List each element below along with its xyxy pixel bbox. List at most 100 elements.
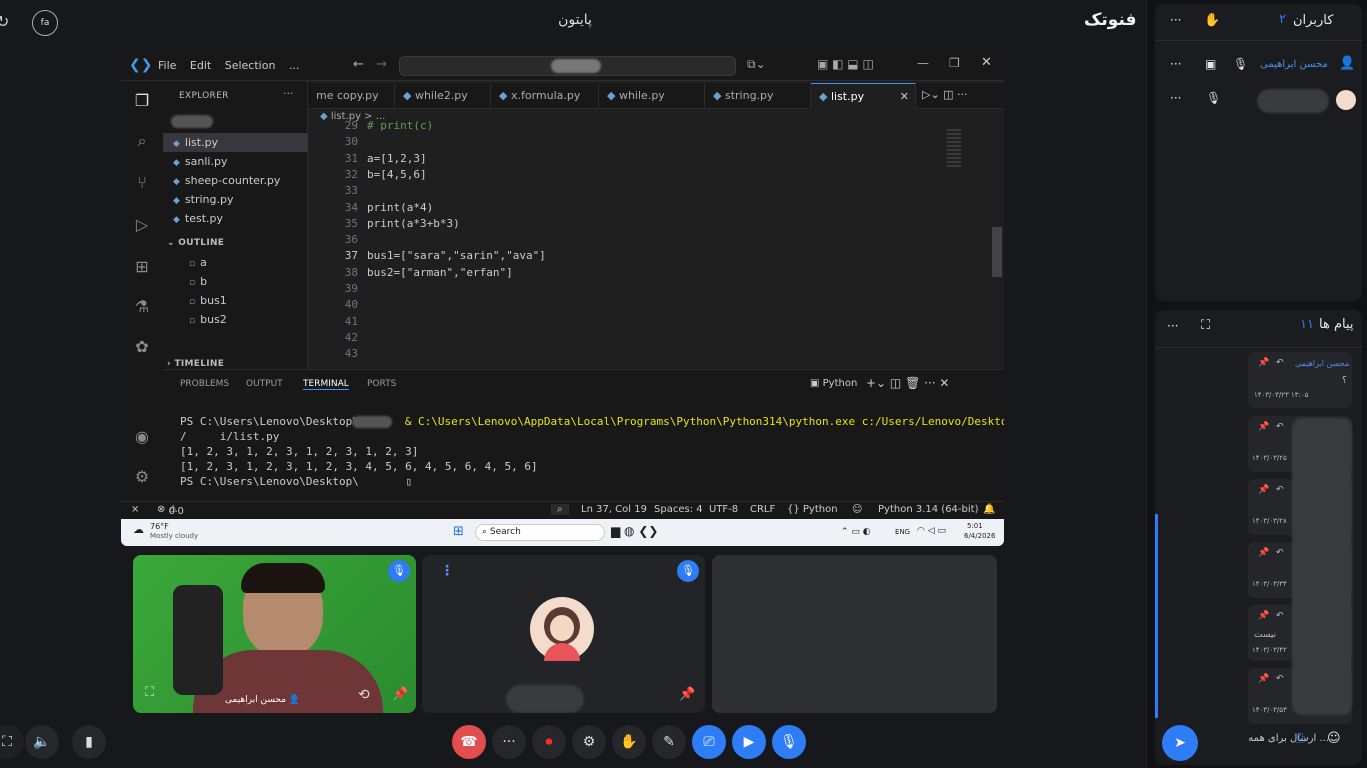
speaker-button[interactable]: 🔈 xyxy=(25,725,59,759)
more-options-button[interactable]: ··· xyxy=(492,725,526,759)
copilot-icon[interactable]: ⧉⌄ xyxy=(747,57,766,72)
user-more-icon[interactable]: ··· xyxy=(1170,91,1181,105)
raise-hand-button[interactable]: ✋ xyxy=(612,725,646,759)
fullscreen-icon[interactable]: ⛶ xyxy=(145,685,154,700)
mic-icon[interactable]: 🎙 xyxy=(1233,57,1248,71)
menu-selection[interactable]: Selection xyxy=(225,59,276,72)
users-more-icon[interactable]: ··· xyxy=(1170,13,1181,27)
run-debug-icon[interactable]: ▷ xyxy=(132,215,152,235)
command-center-search[interactable] xyxy=(399,56,736,76)
code-line[interactable]: b=[4,5,6] xyxy=(367,168,427,181)
outline-title[interactable]: ⌄ OUTLINE xyxy=(167,238,224,248)
tile-menu-icon[interactable]: ⋮ xyxy=(440,563,454,579)
message-item[interactable]: محسن ابراهیمی 📌 ↶ ؟ ۱۴۰۳/۰۳/۲۳ ۱۴:۰۵ xyxy=(1248,352,1352,408)
share-screen-button[interactable]: ⎚ xyxy=(692,725,726,759)
indentation[interactable]: Spaces: 4 xyxy=(654,504,703,515)
python-interpreter[interactable]: Python 3.14 (64-bit) xyxy=(878,504,978,515)
restore-icon[interactable]: ❐ xyxy=(949,56,960,70)
search-icon[interactable]: ⌕ xyxy=(132,131,152,151)
code-line[interactable]: # print(c) xyxy=(367,119,433,132)
outline-item[interactable]: ▫ bus1 xyxy=(163,291,308,310)
settings-gear-icon[interactable]: ⚙ xyxy=(132,467,152,487)
mic-icon[interactable]: 🎙 xyxy=(1206,91,1221,105)
video-tile-user2[interactable]: ⋮ 🎙 📌 xyxy=(422,555,705,713)
eol[interactable]: CRLF xyxy=(750,504,775,515)
timeline-title[interactable]: › TIMELINE xyxy=(167,359,224,369)
outline-item[interactable]: ▫ bus2 xyxy=(163,310,308,329)
tab-string[interactable]: ◆ string.py xyxy=(705,83,811,109)
switch-camera-icon[interactable]: ⟲ xyxy=(358,687,370,703)
taskbar-app-icons[interactable]: ▆ ◍ ❮❯ xyxy=(611,524,658,538)
close-icon[interactable]: ✕ xyxy=(981,55,992,70)
tab-while[interactable]: ◆ while.py xyxy=(599,83,705,109)
terminal-output[interactable]: PS C:\Users\Lenovo\Desktop\ & C:\Users\Le… xyxy=(180,414,1004,489)
network-volume-icons[interactable]: ◠ ◁ ▭ xyxy=(917,526,946,536)
language-button[interactable]: fa xyxy=(32,10,58,36)
settings-button[interactable]: ⚙ xyxy=(572,725,606,759)
record-button[interactable]: ⏺ xyxy=(532,725,566,759)
tab-me-copy[interactable]: me copy.py xyxy=(308,83,395,109)
editor-scrollbar[interactable] xyxy=(992,227,1002,277)
refresh-icon[interactable]: ↻ xyxy=(0,12,9,31)
clock-date[interactable]: 6/4/2026 xyxy=(964,532,995,540)
zoom-icon[interactable]: ⌕ xyxy=(551,504,569,515)
tab-while2[interactable]: ◆ while2.py xyxy=(395,83,491,109)
camera-icon[interactable]: ▣ xyxy=(1205,57,1216,71)
tab-x-formula[interactable]: ◆ x.formula.py xyxy=(491,83,599,109)
problems-count[interactable]: ⊗ 0 ⚠ 0 xyxy=(157,504,184,517)
menu-file[interactable]: File xyxy=(158,59,176,72)
python-icon[interactable]: ✿ xyxy=(132,337,152,357)
extensions-icon[interactable]: ⊞ xyxy=(132,257,152,277)
back-arrow-icon[interactable]: ← xyxy=(353,57,364,72)
pin-icon[interactable]: 📌 xyxy=(392,687,408,702)
camera-button[interactable]: ▶ xyxy=(732,725,766,759)
forward-arrow-icon[interactable]: → xyxy=(376,57,387,72)
source-control-icon[interactable]: ⑂ xyxy=(132,173,152,193)
messages-scrollbar[interactable] xyxy=(1155,514,1158,718)
code-line[interactable]: print(a*3+b*3) xyxy=(367,217,460,230)
copilot-status-icon[interactable]: ☺ xyxy=(852,504,862,515)
file-item[interactable]: ◆ sanli.py xyxy=(163,152,308,171)
user-more-icon[interactable]: ··· xyxy=(1170,57,1181,71)
menu-more[interactable]: ... xyxy=(289,59,300,72)
code-line[interactable]: print(a*4) xyxy=(367,201,433,214)
messages-more-icon[interactable]: ··· xyxy=(1167,319,1178,333)
input-language[interactable]: ENG xyxy=(895,528,910,536)
run-icon[interactable]: ▷⌄ ◫ ··· xyxy=(922,88,968,101)
emoji-icon[interactable]: ☺ xyxy=(1327,731,1341,746)
code-line[interactable]: bus1=["sara","sarin","ava"] xyxy=(367,249,546,262)
code-line[interactable]: bus2=["arman","erfan"] xyxy=(367,266,513,279)
tab-list[interactable]: ◆ list.py ✕ xyxy=(811,83,916,109)
terminal-shell-label[interactable]: ▣ Python xyxy=(810,378,857,389)
tab-terminal[interactable]: TERMINAL xyxy=(303,379,349,390)
raise-hand-icon[interactable]: ✋ xyxy=(1204,13,1220,28)
testing-icon[interactable]: ⚗ xyxy=(132,297,152,317)
outline-item[interactable]: ▫ a xyxy=(163,253,308,272)
chat-input[interactable]: ارسال برای همه ... xyxy=(1209,733,1329,744)
pin-icon[interactable]: 📌 xyxy=(679,687,695,702)
menu-edit[interactable]: Edit xyxy=(190,59,211,72)
video-tile-empty[interactable] xyxy=(712,555,997,713)
code-line[interactable]: a=[1,2,3] xyxy=(367,152,427,165)
encoding[interactable]: UTF-8 xyxy=(709,504,738,515)
screen-layout-button[interactable]: ⛶ xyxy=(0,725,24,759)
account-icon[interactable]: ◉ xyxy=(132,427,152,447)
expand-icon[interactable]: ⛶ xyxy=(1201,318,1210,333)
file-item[interactable]: ◆ list.py xyxy=(163,133,308,152)
windows-start-icon[interactable]: ⊞ xyxy=(453,524,464,539)
microphone-button[interactable]: 🎙 xyxy=(772,725,806,759)
code-editor[interactable]: 29 # print(c) 30 31 a=[1,2,3] 32 b=[4,5,6] 33 34… xyxy=(308,119,1004,369)
terminal-actions[interactable]: +⌄ ◫ 🗑 ··· ✕ xyxy=(866,376,949,390)
file-item[interactable]: ◆ sheep-counter.py xyxy=(163,171,308,190)
remote-icon[interactable]: ⨯ xyxy=(131,504,139,515)
video-tile-user1[interactable]: 🎙 ⛶ محسن ابراهیمی 👤 ⟲ 📌 xyxy=(133,555,416,713)
taskbar-search[interactable]: ⌕ Search xyxy=(475,524,605,541)
tab-output[interactable]: OUTPUT xyxy=(246,379,283,389)
tab-ports[interactable]: PORTS xyxy=(367,379,396,389)
tab-problems[interactable]: PROBLEMS xyxy=(180,379,229,389)
leave-call-button[interactable]: ☎ xyxy=(452,725,486,759)
explorer-icon[interactable]: ❐ xyxy=(132,91,152,111)
layout-icons[interactable]: ▣ ◧ ⬓ ◫ xyxy=(817,57,874,71)
attach-icon[interactable]: ⎙ xyxy=(1295,731,1305,746)
notifications-icon[interactable]: 🔔 xyxy=(983,504,995,515)
